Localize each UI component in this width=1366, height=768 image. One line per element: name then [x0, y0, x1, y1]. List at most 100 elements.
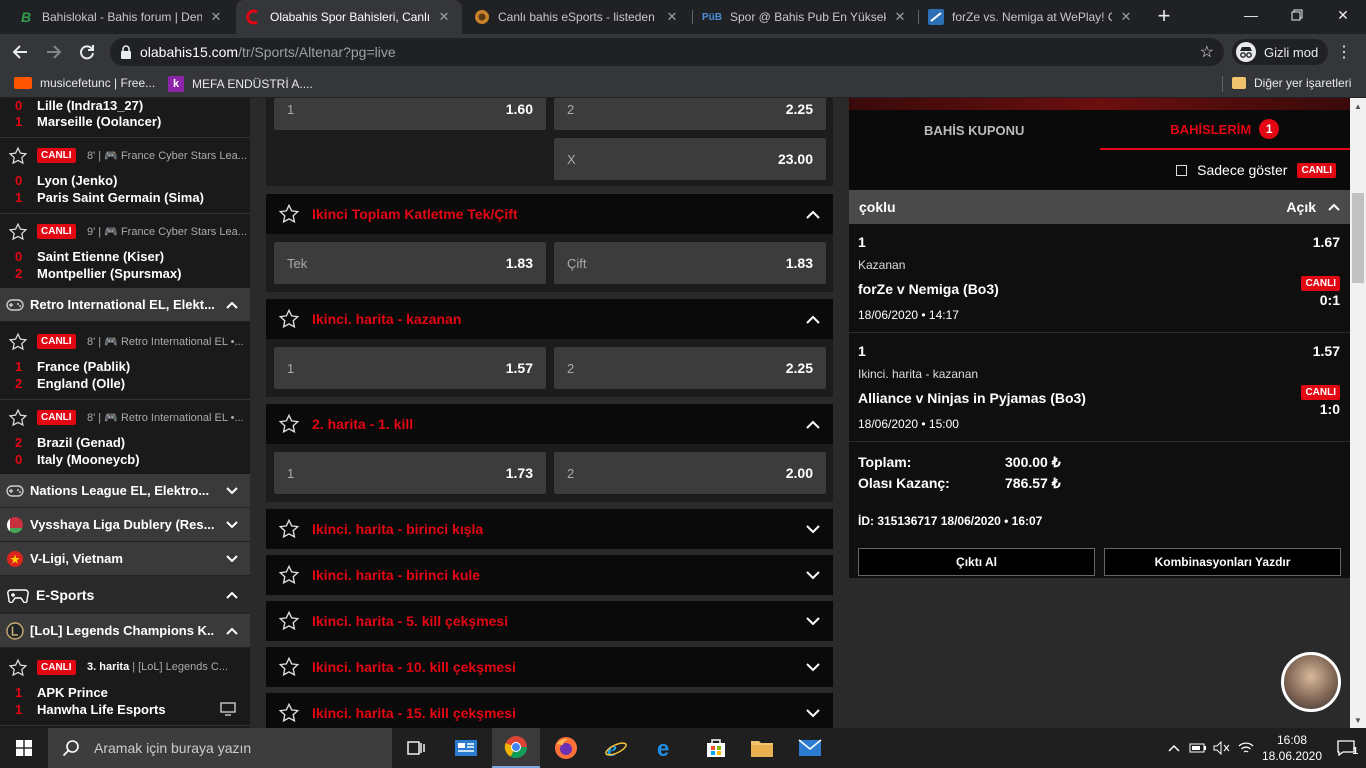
windows-start-icon[interactable] — [0, 728, 48, 768]
store-taskbar-icon[interactable] — [692, 728, 740, 768]
browser-tab[interactable]: PüB Spor @ Bahis Pub En Yüksek B ✕ — [692, 0, 918, 34]
tray-overflow-chevron-icon[interactable] — [1162, 741, 1186, 755]
restore-icon[interactable] — [1274, 0, 1320, 30]
live-stream-tv-icon[interactable] — [220, 702, 236, 716]
volume-muted-icon[interactable] — [1210, 741, 1234, 755]
new-tab-icon[interactable]: + — [1152, 5, 1176, 29]
close-window-icon[interactable]: ✕ — [1320, 0, 1366, 30]
tab-close-icon[interactable]: ✕ — [208, 9, 224, 25]
tab-my-bets[interactable]: BAHİSLERİM 1 — [1099, 110, 1350, 150]
bookmark-item[interactable]: k MEFA ENDÜSTRİ A.... — [168, 76, 313, 92]
odd-button[interactable]: 1 1.73 — [274, 452, 546, 494]
event-row[interactable]: CANLI 8' | 🎮 Retro International EL •...… — [0, 324, 250, 400]
firefox-taskbar-icon[interactable] — [542, 728, 590, 768]
event-row[interactable]: CANLI 8' | 🎮 France Cyber Stars Lea... 0… — [0, 138, 250, 214]
tab-close-icon[interactable]: ✕ — [1118, 9, 1134, 25]
market-header-collapsed[interactable]: Ikinci. harita - 5. kill çekşmesi — [266, 601, 833, 641]
back-icon[interactable] — [8, 40, 34, 64]
favorite-star-icon[interactable] — [278, 203, 300, 225]
task-view-icon[interactable] — [392, 728, 440, 768]
chevron-up-icon[interactable] — [214, 591, 250, 599]
wifi-icon[interactable] — [1234, 741, 1258, 755]
bookmark-star-icon[interactable]: ☆ — [1200, 42, 1214, 62]
chevron-down-icon[interactable] — [793, 708, 833, 718]
favorite-star-icon[interactable] — [278, 308, 300, 330]
market-header[interactable]: Ikinci Toplam Katletme Tek/Çift — [266, 194, 833, 234]
chevron-down-icon[interactable] — [793, 524, 833, 534]
chevron-up-icon[interactable] — [793, 210, 833, 219]
support-chat-avatar[interactable] — [1281, 652, 1341, 712]
coupon-type-header[interactable]: çoklu Açık — [849, 190, 1350, 224]
event-row[interactable]: 0 Lille (Indra13_27) 1 Marseille (Oolanc… — [0, 98, 250, 138]
chevron-down-icon[interactable] — [214, 520, 250, 529]
favorite-star-icon[interactable] — [278, 518, 300, 540]
browser-tab[interactable]: forZe vs. Nemiga at WePlay! Cl ✕ — [918, 0, 1144, 34]
chevron-down-icon[interactable] — [793, 570, 833, 580]
browser-menu-icon[interactable]: ⋮ — [1334, 42, 1354, 62]
favorite-star-icon[interactable] — [8, 146, 28, 166]
chevron-down-icon[interactable] — [214, 486, 250, 495]
favorite-star-icon[interactable] — [278, 564, 300, 586]
battery-icon[interactable] — [1186, 743, 1210, 753]
market-header-collapsed[interactable]: Ikinci. harita - birinci kule — [266, 555, 833, 595]
file-explorer-icon[interactable] — [738, 728, 786, 768]
league-header[interactable]: Vysshaya Liga Dublery (Res... — [0, 508, 250, 542]
chevron-up-icon[interactable] — [1328, 203, 1340, 211]
chrome-taskbar-icon[interactable] — [492, 728, 540, 768]
chevron-up-icon[interactable] — [793, 315, 833, 324]
chevron-up-icon[interactable] — [214, 627, 250, 635]
taskbar-clock[interactable]: 16:08 18.06.2020 — [1258, 732, 1326, 764]
odd-button[interactable]: X 23.00 — [554, 138, 826, 180]
edge-taskbar-icon[interactable]: e — [642, 728, 690, 768]
odd-button[interactable]: 1 1.60 — [274, 98, 546, 130]
league-header[interactable]: V-Ligi, Vietnam — [0, 542, 250, 576]
news-app-icon[interactable] — [442, 728, 490, 768]
favorite-star-icon[interactable] — [8, 222, 28, 242]
odd-button[interactable]: 2 2.25 — [554, 347, 826, 389]
reload-icon[interactable] — [74, 40, 100, 64]
odd-button[interactable]: Çift 1.83 — [554, 242, 826, 284]
browser-tab-active[interactable]: Olabahis Spor Bahisleri, Canlı B ✕ — [236, 0, 462, 34]
page-scrollbar[interactable]: ▲ ▼ — [1350, 98, 1366, 728]
incognito-indicator[interactable]: Gizli mod — [1232, 39, 1329, 65]
tab-close-icon[interactable]: ✕ — [436, 9, 452, 25]
event-row[interactable]: CANLI 8' | 🎮 Retro International EL •...… — [0, 400, 250, 476]
market-header-collapsed[interactable]: Ikinci. harita - 10. kill çekşmesi — [266, 647, 833, 687]
odd-button[interactable]: 2 2.25 — [554, 98, 826, 130]
favorite-star-icon[interactable] — [278, 413, 300, 435]
event-row[interactable]: CANLI 9' | 🎮 France Cyber Stars Lea... 0… — [0, 214, 250, 290]
minimize-icon[interactable]: — — [1228, 0, 1274, 30]
tab-close-icon[interactable]: ✕ — [892, 9, 908, 25]
chevron-down-icon[interactable] — [214, 554, 250, 563]
odd-button[interactable]: 1 1.57 — [274, 347, 546, 389]
chevron-down-icon[interactable] — [793, 616, 833, 626]
print-button[interactable]: Çıktı Al — [858, 548, 1095, 576]
event-row[interactable]: CANLI 3. harita | [LoL] Legends C... 1 A… — [0, 650, 250, 726]
mail-taskbar-icon[interactable] — [786, 728, 834, 768]
favorite-star-icon[interactable] — [8, 658, 28, 678]
other-bookmarks[interactable]: Diğer yer işaretleri — [1232, 76, 1351, 90]
league-header[interactable]: Retro International EL, Elekt... — [0, 288, 250, 322]
scroll-up-icon[interactable]: ▲ — [1350, 98, 1366, 114]
odd-button[interactable]: 2 2.00 — [554, 452, 826, 494]
league-header[interactable]: Nations League EL, Elektro... — [0, 474, 250, 508]
chevron-up-icon[interactable] — [793, 420, 833, 429]
tab-close-icon[interactable]: ✕ — [664, 9, 680, 25]
market-header-collapsed[interactable]: Ikinci. harita - 15. kill çekşmesi — [266, 693, 833, 728]
chevron-up-icon[interactable] — [214, 301, 250, 309]
market-header[interactable]: 2. harita - 1. kill — [266, 404, 833, 444]
bookmark-item[interactable]: musicefetunc | Free... — [14, 76, 155, 90]
favorite-star-icon[interactable] — [8, 408, 28, 428]
favorite-star-icon[interactable] — [8, 332, 28, 352]
print-combinations-button[interactable]: Kombinasyonları Yazdır — [1104, 548, 1341, 576]
league-header[interactable]: [LoL] Legends Champions K... — [0, 614, 250, 648]
scroll-down-icon[interactable]: ▼ — [1350, 712, 1366, 728]
live-only-checkbox[interactable] — [1176, 164, 1188, 176]
sport-header-esports[interactable]: E-Sports — [0, 576, 250, 614]
taskbar-search[interactable]: Aramak için buraya yazın — [48, 728, 392, 768]
odd-button[interactable]: Tek 1.83 — [274, 242, 546, 284]
scrollbar-thumb[interactable] — [1352, 193, 1364, 283]
browser-tab[interactable]: B Bahislokal - Bahis forum | Dene ✕ — [8, 0, 234, 34]
market-header[interactable]: Ikinci. harita - kazanan — [266, 299, 833, 339]
favorite-star-icon[interactable] — [278, 610, 300, 632]
